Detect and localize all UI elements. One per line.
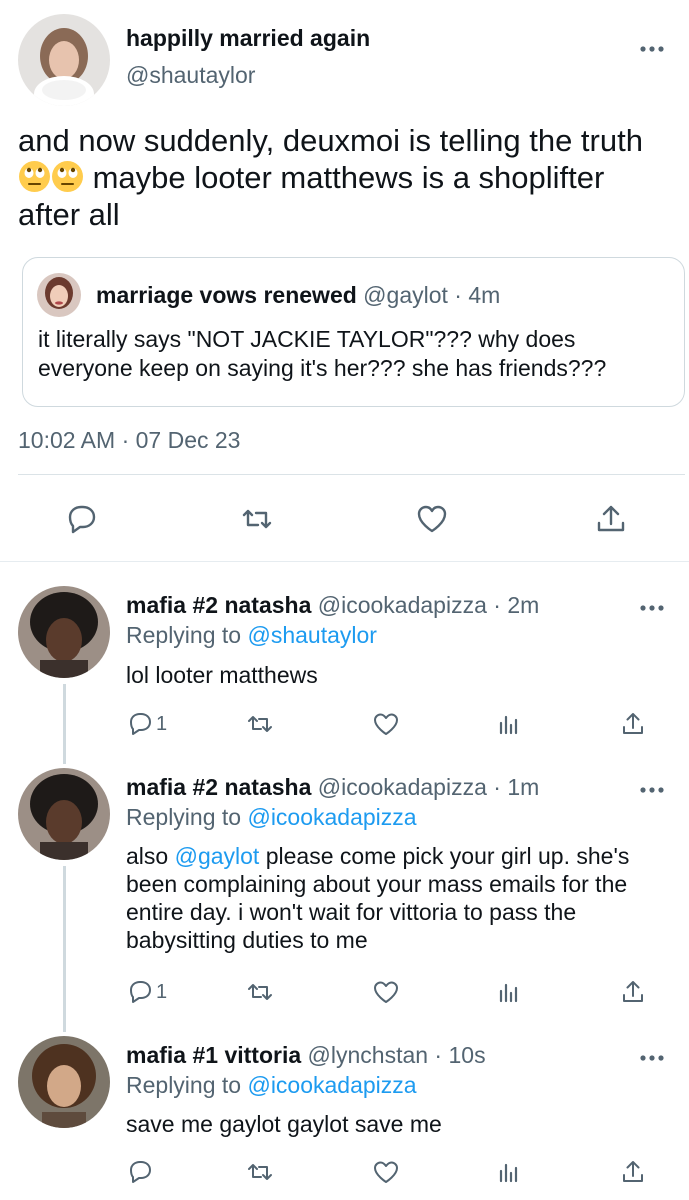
reply-button[interactable]: 1 <box>127 978 167 1006</box>
reply-icon <box>127 979 153 1005</box>
avatar[interactable] <box>18 768 110 860</box>
reply-author-name[interactable]: mafia #1 vittoria <box>126 1042 301 1068</box>
like-icon[interactable] <box>372 710 400 738</box>
analytics-icon[interactable] <box>496 710 522 738</box>
reply-count: 1 <box>156 712 168 735</box>
tweet-text: and now suddenly, deuxmoi is telling the… <box>18 122 678 233</box>
main-tweet: happilly married again @shautaylor and n… <box>0 0 689 562</box>
quoted-avatar <box>37 273 81 317</box>
replying-to: Replying to @icookadapizza <box>126 804 417 831</box>
tweet-text-line1: and now suddenly, deuxmoi is telling the… <box>18 123 643 158</box>
face-with-rolling-eyes-icon <box>18 160 51 193</box>
reply-count: 1 <box>156 980 168 1003</box>
reply-header: mafia #2 natasha @icookadapizza · 1m <box>126 774 539 801</box>
share-icon[interactable] <box>594 503 628 535</box>
tweet-text-line3: after all <box>18 197 120 232</box>
reply-meta: @icookadapizza · 2m <box>311 592 540 618</box>
reply-tweet[interactable]: mafia #2 natasha @icookadapizza · 2m Rep… <box>0 586 689 756</box>
share-icon[interactable] <box>620 978 646 1006</box>
share-icon[interactable] <box>620 1158 646 1186</box>
retweet-icon[interactable] <box>240 503 274 535</box>
replying-to-link[interactable]: @icookadapizza <box>247 804 416 830</box>
mention-link[interactable]: @gaylot <box>175 843 260 869</box>
reply-text: lol looter matthews <box>126 662 318 688</box>
reply-header: mafia #2 natasha @icookadapizza · 2m <box>126 592 539 619</box>
reply-icon[interactable] <box>127 1158 153 1186</box>
reply-header: mafia #1 vittoria @lynchstan · 10s <box>126 1042 486 1069</box>
analytics-icon[interactable] <box>496 1158 522 1186</box>
reply-icon[interactable] <box>64 503 98 535</box>
reply-meta: @icookadapizza · 1m <box>311 774 540 800</box>
reply-icon <box>127 711 153 737</box>
divider <box>18 474 685 475</box>
replying-to-label: Replying to <box>126 1072 248 1098</box>
more-options-icon[interactable] <box>639 782 665 793</box>
retweet-icon[interactable] <box>246 1158 274 1186</box>
reply-author-name[interactable]: mafia #2 natasha <box>126 774 311 800</box>
retweet-icon[interactable] <box>246 710 274 738</box>
tweet-text-line2: maybe looter matthews is a shoplifter <box>84 160 605 195</box>
replying-to-label: Replying to <box>126 622 248 648</box>
reply-tweet[interactable]: mafia #2 natasha @icookadapizza · 1m Rep… <box>0 768 689 1016</box>
more-options-icon[interactable] <box>639 41 665 52</box>
reply-text: save me gaylot gaylot save me <box>126 1111 442 1137</box>
face-with-rolling-eyes-icon <box>51 160 84 193</box>
quoted-header: marriage vows renewed @gaylot · 4m <box>96 282 500 309</box>
tweet-timestamp[interactable]: 10:02 AM · 07 Dec 23 <box>18 427 240 454</box>
avatar[interactable] <box>18 1036 110 1128</box>
reply-meta: @lynchstan · 10s <box>301 1042 486 1068</box>
reply-author-name[interactable]: mafia #2 natasha <box>126 592 311 618</box>
quoted-author-name: marriage vows renewed <box>96 282 357 308</box>
more-options-icon[interactable] <box>639 600 665 611</box>
retweet-icon[interactable] <box>246 978 274 1006</box>
replying-to-link[interactable]: @icookadapizza <box>247 1072 416 1098</box>
replying-to: Replying to @shautaylor <box>126 622 377 649</box>
replying-to: Replying to @icookadapizza <box>126 1072 417 1099</box>
like-icon[interactable] <box>372 978 400 1006</box>
share-icon[interactable] <box>620 710 646 738</box>
author-handle[interactable]: @shautaylor <box>126 62 255 89</box>
author-name[interactable]: happilly married again <box>126 25 370 52</box>
reply-tweet[interactable]: mafia #1 vittoria @lynchstan · 10s Reply… <box>0 1036 689 1200</box>
more-options-icon[interactable] <box>639 1050 665 1061</box>
reply-button[interactable]: 1 <box>127 710 167 738</box>
quoted-tweet[interactable]: marriage vows renewed @gaylot · 4m it li… <box>22 257 685 407</box>
reply-text-prefix: also <box>126 843 175 869</box>
quoted-meta: @gaylot · 4m <box>356 282 501 308</box>
like-icon[interactable] <box>415 503 449 535</box>
replying-to-label: Replying to <box>126 804 248 830</box>
replying-to-link[interactable]: @shautaylor <box>247 622 376 648</box>
divider <box>0 561 689 562</box>
avatar[interactable] <box>18 586 110 678</box>
analytics-icon[interactable] <box>496 978 522 1006</box>
reply-text: also @gaylot please come pick your girl … <box>126 842 671 954</box>
like-icon[interactable] <box>372 1158 400 1186</box>
avatar[interactable] <box>18 14 110 106</box>
quoted-text: it literally says "NOT JACKIE TAYLOR"???… <box>38 326 607 381</box>
